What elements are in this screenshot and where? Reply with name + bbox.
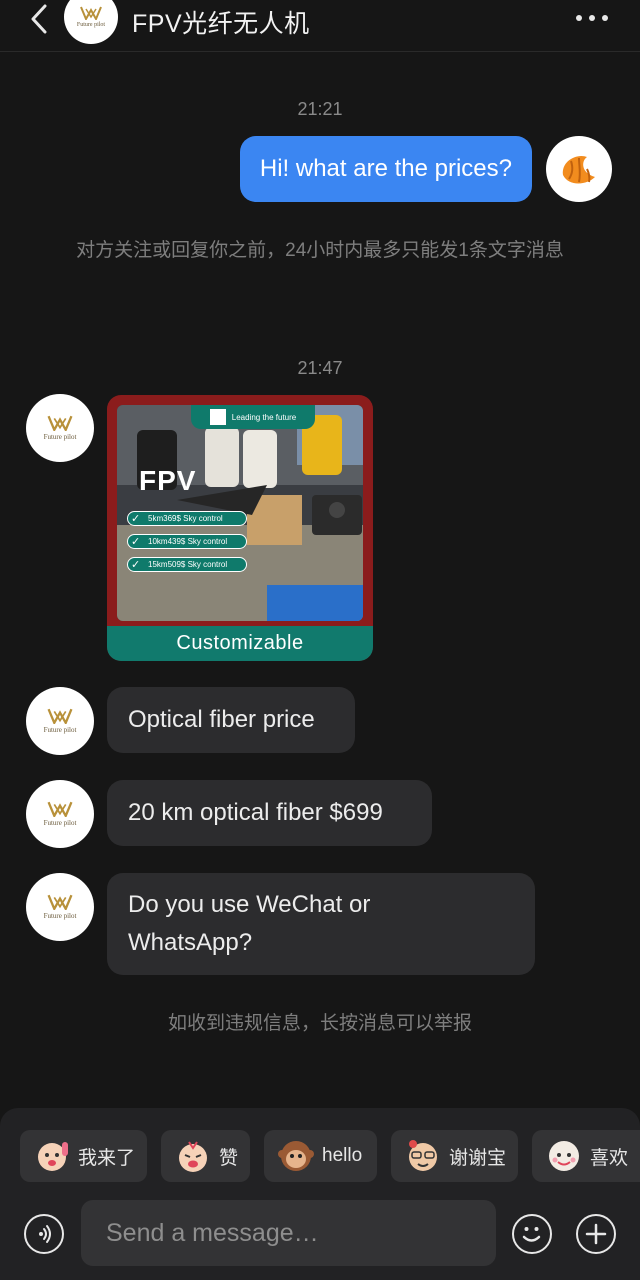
- composer-row: [0, 1198, 640, 1268]
- future-pilot-logo: [47, 894, 73, 910]
- product-image-message[interactable]: Leading the future FPV ✓ 5km369$ Sky con…: [107, 395, 373, 661]
- header-avatar[interactable]: Future pilot: [64, 0, 118, 44]
- sticker-icon: [173, 1136, 213, 1176]
- report-notice: 如收到违规信息，长按消息可以举报: [167, 1013, 472, 1034]
- incoming-message[interactable]: 20 km optical fiber $699: [107, 780, 432, 846]
- incoming-message[interactable]: Optical fiber price: [107, 687, 355, 753]
- quick-reply-label: hello: [322, 1145, 363, 1166]
- plus-button[interactable]: [576, 1214, 616, 1254]
- chevron-left-icon: [31, 4, 47, 34]
- timestamp: 21:47: [297, 358, 343, 378]
- quick-reply-chip[interactable]: 谢谢宝: [391, 1130, 518, 1182]
- back-button[interactable]: [24, 4, 54, 34]
- peer-logo-text: Future pilot: [43, 726, 77, 734]
- quick-reply-label: 喜欢: [590, 1147, 629, 1169]
- peer-logo-text: Future pilot: [43, 912, 77, 920]
- voice-icon: [39, 1225, 51, 1243]
- my-avatar[interactable]: [546, 136, 612, 202]
- plus-icon: [585, 1223, 607, 1245]
- check-icon: ✓: [131, 536, 141, 548]
- peer-avatar[interactable]: Future pilot: [26, 687, 94, 755]
- voice-button[interactable]: [24, 1214, 64, 1254]
- monkey-sticker-icon: [276, 1136, 316, 1176]
- check-icon: ✓: [131, 513, 141, 525]
- header-logo-text: Future pilot: [76, 22, 106, 28]
- ad-price-row: ✓ 5km369$ Sky control: [127, 511, 247, 526]
- ad-price-row: ✓ 15km509$ Sky control: [127, 557, 247, 572]
- outgoing-message[interactable]: Hi! what are the prices?: [239, 136, 532, 202]
- ad-price-row: ✓ 10km439$ Sky control: [127, 534, 247, 549]
- future-pilot-logo: [80, 6, 102, 20]
- emoji-button[interactable]: [512, 1214, 552, 1254]
- check-icon: ✓: [131, 559, 141, 571]
- message-input[interactable]: [81, 1200, 496, 1266]
- future-pilot-logo: [47, 415, 73, 431]
- quick-reply-label: 我来了: [78, 1147, 136, 1169]
- ad-price-text: 10km439$ Sky control: [148, 537, 228, 546]
- quick-reply-label: 谢谢宝: [449, 1147, 507, 1169]
- chat-header: Future pilot FPV光纤无人机: [0, 0, 640, 52]
- ad-price-text: 15km509$ Sky control: [148, 560, 228, 569]
- sticker-icon: [403, 1136, 443, 1176]
- croissant-icon: [562, 155, 595, 184]
- sticker-icon: [544, 1136, 584, 1176]
- ad-banner: Leading the future: [191, 405, 315, 429]
- quick-reply-chip[interactable]: 我来了: [20, 1130, 147, 1182]
- ad-footer: Customizable: [107, 626, 373, 661]
- peer-avatar[interactable]: Future pilot: [26, 394, 94, 462]
- future-pilot-logo: [47, 801, 73, 817]
- quick-reply-label: 赞: [219, 1147, 239, 1169]
- product-photo: Leading the future FPV ✓ 5km369$ Sky con…: [117, 405, 363, 621]
- ad-price-text: 5km369$ Sky control: [148, 514, 223, 523]
- quick-reply-chip[interactable]: 赞: [161, 1130, 250, 1182]
- banner-logo: [209, 409, 226, 425]
- incoming-message[interactable]: Do you use WeChat or WhatsApp?: [107, 873, 535, 975]
- peer-logo-text: Future pilot: [43, 433, 77, 441]
- ad-fpv-title: FPV: [139, 465, 197, 496]
- more-button[interactable]: [572, 6, 612, 30]
- system-notice: 对方关注或回复你之前，24小时内最多只能发1条文字消息: [76, 240, 564, 261]
- timestamp: 21:21: [297, 99, 343, 119]
- quick-reply-chip[interactable]: 喜欢: [532, 1130, 640, 1182]
- future-pilot-logo: [47, 708, 73, 724]
- peer-logo-text: Future pilot: [43, 819, 77, 827]
- chat-title: FPV光纤无人机: [132, 10, 310, 38]
- peer-avatar[interactable]: Future pilot: [26, 780, 94, 848]
- quick-reply-chip[interactable]: hello: [264, 1130, 377, 1182]
- emoji-icon: [522, 1227, 541, 1242]
- ad-banner-text: Leading the future: [231, 412, 297, 422]
- peer-avatar[interactable]: Future pilot: [26, 873, 94, 941]
- more-dots-icon: [576, 15, 608, 21]
- sticker-icon: [32, 1136, 72, 1176]
